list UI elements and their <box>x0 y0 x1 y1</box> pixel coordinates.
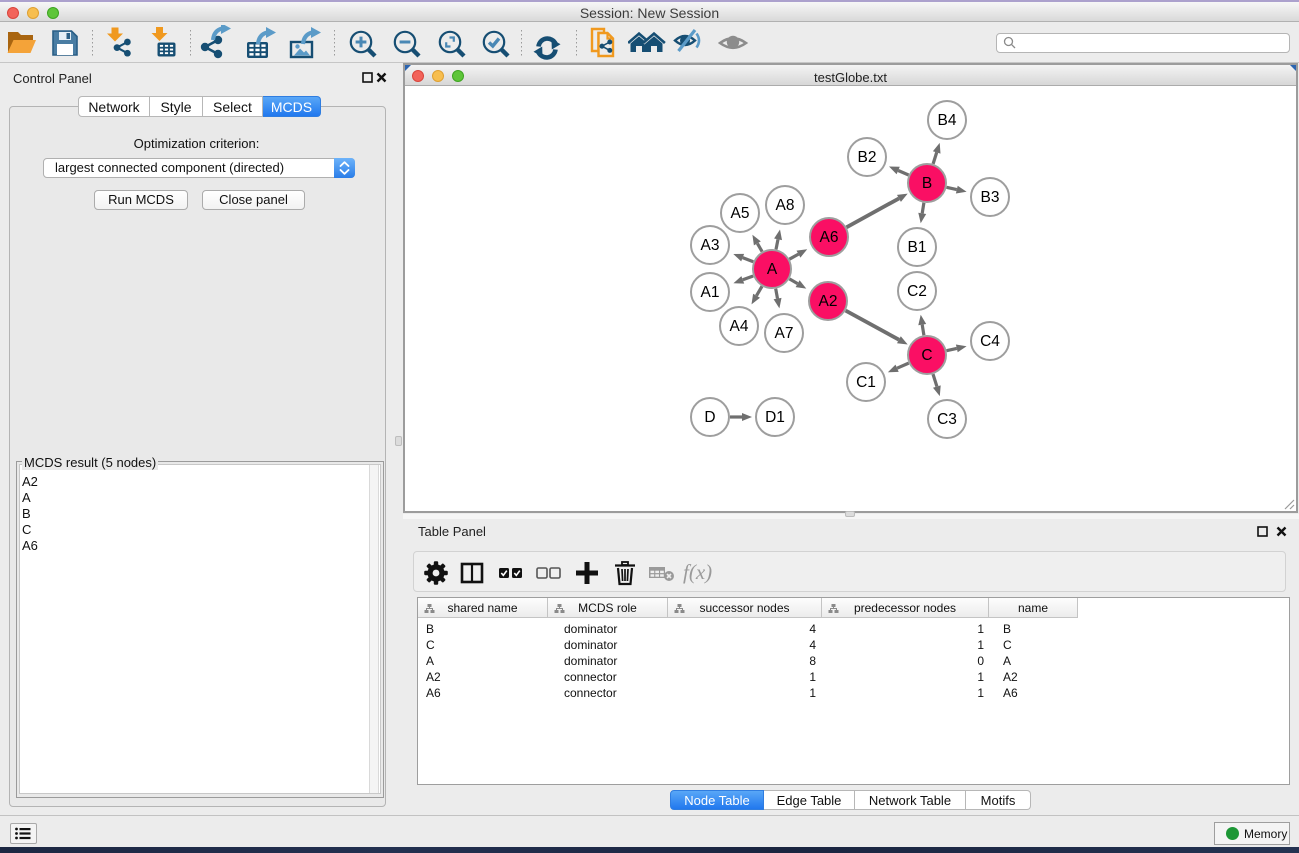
svg-text:B2: B2 <box>858 149 877 166</box>
svg-text:B4: B4 <box>938 112 957 129</box>
svg-text:C: C <box>921 347 932 364</box>
svg-text:D1: D1 <box>765 409 785 426</box>
svg-text:B3: B3 <box>981 189 1000 206</box>
svg-text:A4: A4 <box>730 318 749 335</box>
svg-text:A: A <box>767 261 778 278</box>
svg-text:A1: A1 <box>701 284 720 301</box>
svg-text:D: D <box>704 409 715 426</box>
svg-text:A6: A6 <box>820 229 839 246</box>
svg-text:C2: C2 <box>907 283 927 300</box>
svg-text:f(x): f(x) <box>683 560 712 584</box>
svg-text:B: B <box>922 175 932 192</box>
svg-text:C3: C3 <box>937 411 957 428</box>
svg-text:B1: B1 <box>908 239 927 256</box>
svg-text:A5: A5 <box>731 205 750 222</box>
svg-text:C4: C4 <box>980 333 1000 350</box>
svg-text:C1: C1 <box>856 374 876 391</box>
svg-text:A8: A8 <box>776 197 795 214</box>
svg-text:A7: A7 <box>775 325 794 342</box>
svg-text:A3: A3 <box>701 237 720 254</box>
svg-text:A2: A2 <box>819 293 838 310</box>
